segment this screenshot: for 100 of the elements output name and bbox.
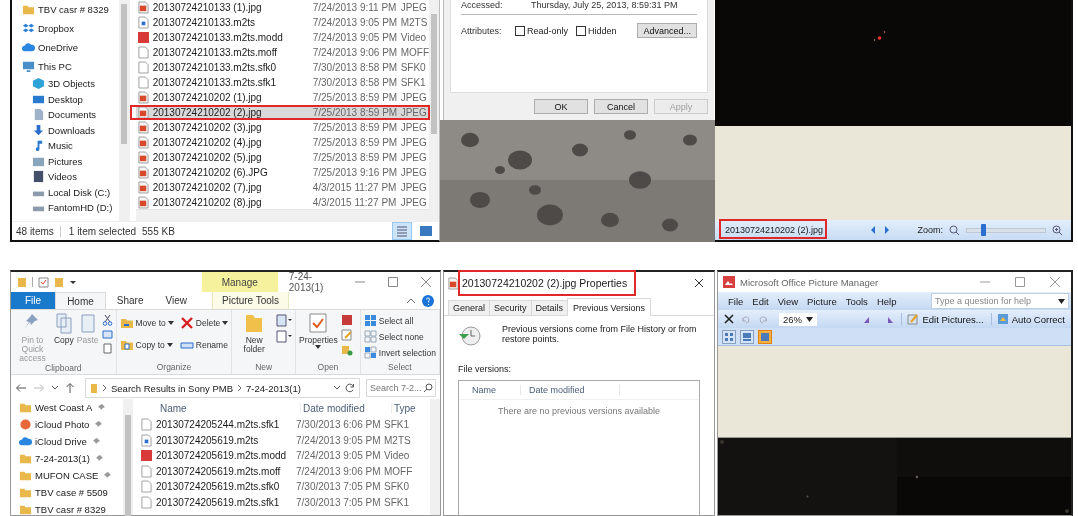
- details-view-icon[interactable]: [393, 223, 411, 239]
- file-row[interactable]: 20130724210133.m2ts.sfk1 7/30/2013 8:58 PM SFK1: [135, 75, 429, 90]
- dropdown-icon[interactable]: [68, 278, 77, 286]
- dialog-button[interactable]: OK: [534, 99, 588, 114]
- file-row[interactable]: 20130724210133.m2ts.modd 7/24/2013 9:05 PM Video: [135, 30, 429, 45]
- up-icon[interactable]: [65, 382, 75, 394]
- back-icon[interactable]: [15, 383, 27, 393]
- column-header[interactable]: Date modified: [520, 385, 620, 395]
- ribbon-button[interactable]: Copy: [53, 312, 74, 345]
- checkbox[interactable]: [576, 25, 587, 36]
- nav-item[interactable]: This PC: [38, 61, 72, 72]
- file-row[interactable]: 20130724210202 (1).jpg 7/25/2013 8:59 PM JPEG: [135, 90, 429, 105]
- file-row[interactable]: 20130724210202 (5).jpg 7/25/2013 8:59 PM JPEG: [135, 150, 429, 165]
- nav-item[interactable]: 3D Objects: [48, 78, 95, 90]
- file-row[interactable]: 20130724210202 (8).jpg 4/3/2015 11:27 PM JPEG: [135, 195, 429, 209]
- checkbox-label[interactable]: Hidden: [588, 25, 617, 36]
- easy-access-icon[interactable]: [276, 330, 293, 343]
- file-row[interactable]: 20130724210133.m2ts.sfk0 7/30/2013 8:58 PM SFK0: [135, 60, 429, 75]
- toolbar-button[interactable]: Edit Pictures...: [901, 313, 984, 325]
- ribbon-button[interactable]: Select none: [363, 330, 436, 343]
- column-header[interactable]: Name: [160, 402, 300, 414]
- file-row[interactable]: 20130724205619.m2ts.sfk1 7/30/2013 7:05 PM SFK1: [139, 494, 430, 510]
- chevron-icon[interactable]: [237, 384, 242, 392]
- nav-item[interactable]: MUFON CASE: [35, 470, 99, 481]
- nav-item[interactable]: Videos: [48, 171, 77, 183]
- nav-item[interactable]: Pictures: [48, 155, 83, 167]
- ribbon-button[interactable]: Move to: [119, 316, 174, 330]
- nav-item[interactable]: FantomHD (D:): [48, 202, 113, 214]
- file-row[interactable]: 20130724210133.m2ts 7/24/2013 9:05 PM M2TS: [135, 15, 429, 30]
- file-row[interactable]: 20130724205619.m2ts 7/24/2013 9:05 PM M2TS: [139, 432, 430, 448]
- file-row[interactable]: 20130724210133.m2ts.moff 7/24/2013 9:06 PM MOFF: [135, 45, 429, 60]
- maximize-icon[interactable]: [387, 276, 399, 288]
- nav-item[interactable]: OneDrive: [38, 42, 79, 53]
- scrollbar[interactable]: [135, 209, 429, 221]
- ribbon-tab[interactable]: Picture Tools: [212, 292, 290, 309]
- checkbox-label[interactable]: Read-only: [527, 25, 569, 36]
- history-icon[interactable]: [340, 344, 353, 356]
- nav-item[interactable]: iCloud Drive: [35, 436, 87, 447]
- dialog-tab[interactable]: General: [448, 300, 491, 315]
- ribbon-tab[interactable]: View: [154, 292, 198, 309]
- dialog-tab[interactable]: Previous Versions: [567, 298, 652, 316]
- maximize-icon[interactable]: [1014, 276, 1026, 288]
- menu-item[interactable]: Picture: [807, 295, 837, 307]
- preview-view-icon[interactable]: [417, 223, 435, 239]
- nav-item[interactable]: TBV casr # 8329: [38, 4, 109, 15]
- pin-icon[interactable]: [91, 437, 101, 446]
- dialog-button[interactable]: Cancel: [594, 99, 648, 114]
- collapse-icon[interactable]: [406, 296, 416, 305]
- file-row[interactable]: 20130724205244.m2ts.sfk1 7/30/2013 6:06 PM SFK1: [139, 417, 430, 433]
- menu-item[interactable]: Tools: [845, 295, 868, 307]
- file-row[interactable]: 20130724205619.m2ts.modd 7/24/2013 9:05 PM Video: [139, 448, 430, 464]
- nav-item[interactable]: iCloud Photo: [35, 419, 90, 430]
- column-header[interactable]: Name: [459, 385, 520, 395]
- paste-shortcut-icon[interactable]: [101, 343, 113, 354]
- edit-icon[interactable]: [340, 329, 353, 341]
- nav-item[interactable]: West Coast A: [35, 402, 93, 413]
- nav-item[interactable]: TBV casr # 8329: [35, 504, 106, 515]
- breadcrumb[interactable]: 7-24-2013(1): [246, 382, 301, 394]
- scrollbar[interactable]: [430, 399, 440, 515]
- dropdown-icon[interactable]: [806, 316, 814, 322]
- copy-path-icon[interactable]: [101, 329, 113, 340]
- ribbon-tab[interactable]: Home: [55, 292, 106, 309]
- help-icon[interactable]: [422, 294, 434, 307]
- nav-item[interactable]: Documents: [48, 109, 97, 121]
- ribbon-tab[interactable]: File: [11, 292, 56, 309]
- new-item-icon[interactable]: [276, 314, 293, 327]
- pin-icon[interactable]: [94, 420, 104, 429]
- nav-item[interactable]: Downloads: [48, 124, 95, 136]
- zoom-out-icon[interactable]: [949, 224, 960, 236]
- ribbon-tab[interactable]: Share: [105, 292, 155, 309]
- single-view-icon[interactable]: [758, 329, 772, 344]
- scrollbar[interactable]: [123, 399, 133, 515]
- file-row[interactable]: 20130724210202 (6).JPG 7/25/2013 9:16 PM JPEG: [135, 165, 429, 180]
- scrollbar[interactable]: [429, 0, 439, 221]
- file-row[interactable]: 20130724210202 (3).jpg 7/25/2013 8:59 PM JPEG: [135, 120, 429, 135]
- dialog-tab[interactable]: Details: [530, 300, 569, 315]
- menu-item[interactable]: File: [728, 295, 744, 307]
- pin-icon[interactable]: [94, 454, 104, 463]
- nav-item[interactable]: Desktop: [48, 93, 83, 105]
- nav-item[interactable]: 7-24-2013(1): [35, 453, 90, 464]
- chevron-icon[interactable]: [102, 384, 107, 392]
- nav-item[interactable]: Music: [48, 140, 73, 152]
- column-header[interactable]: Date modified: [300, 402, 391, 414]
- advanced-button[interactable]: Advanced...: [637, 23, 697, 38]
- dialog-tab[interactable]: Security: [489, 300, 532, 315]
- zoom-combo[interactable]: 26%: [779, 312, 818, 326]
- close-icon[interactable]: [694, 278, 704, 288]
- folder-icon[interactable]: [17, 276, 27, 288]
- zoom-in-icon[interactable]: [1052, 224, 1063, 236]
- properties-icon[interactable]: [37, 276, 49, 288]
- file-row[interactable]: 20130724210202 (4).jpg 7/25/2013 8:59 PM JPEG: [135, 135, 429, 150]
- menu-item[interactable]: Help: [876, 295, 897, 307]
- thumbnails-view-icon[interactable]: [722, 329, 736, 344]
- scissors-icon[interactable]: [101, 314, 113, 326]
- nav-item[interactable]: TBV case # 5509: [35, 487, 108, 498]
- refresh-icon[interactable]: [345, 383, 355, 393]
- file-row[interactable]: 20130724210133 (1).jpg 7/24/2013 9:11 PM JPEG: [135, 0, 429, 15]
- column-header[interactable]: Type: [391, 402, 416, 414]
- breadcrumb[interactable]: Search Results in Sony PMB: [111, 382, 233, 394]
- ribbon-button[interactable]: Copy to: [119, 338, 174, 352]
